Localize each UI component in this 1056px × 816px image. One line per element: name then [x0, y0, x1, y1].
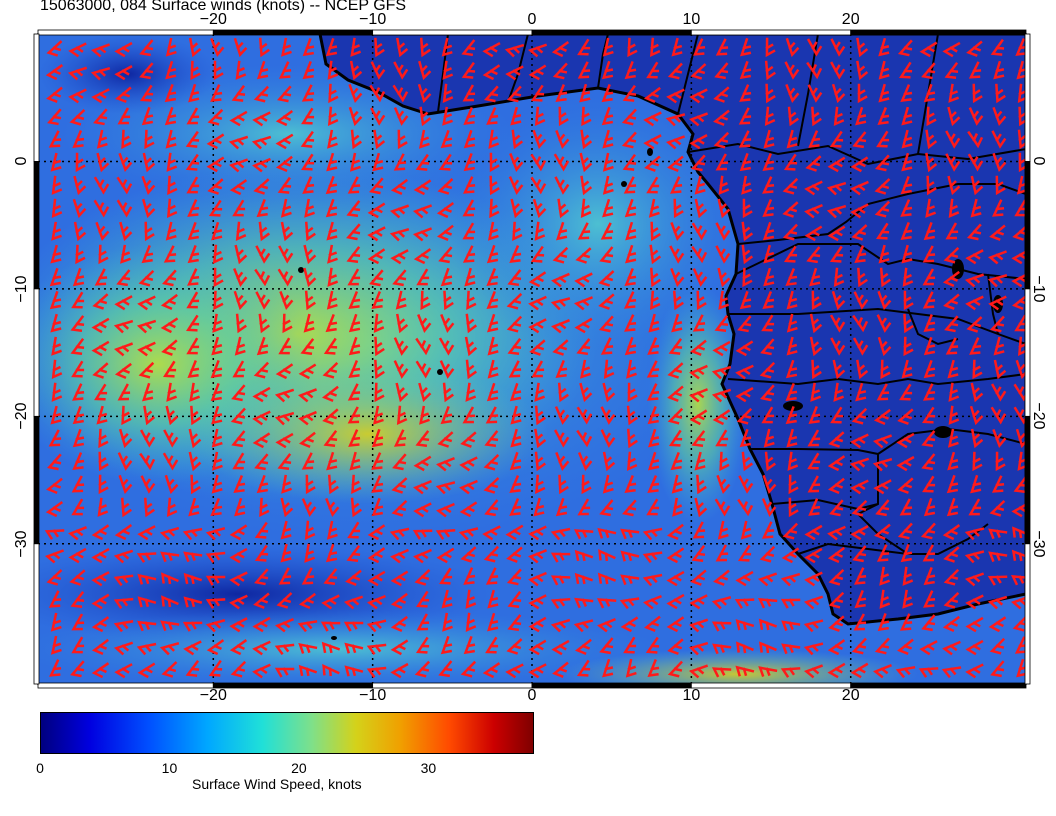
frame-bar-right — [1024, 415, 1031, 545]
frame-bar-left — [33, 288, 40, 417]
frame-bar-left — [33, 161, 40, 290]
colorbar-tick-label: 0 — [36, 760, 44, 776]
lon-tick-bottom: 20 — [841, 687, 860, 704]
colorbar-tick-label: 10 — [161, 760, 178, 776]
map-border — [37, 33, 1027, 685]
lon-tick-bottom: 0 — [527, 687, 537, 704]
lon-tick-bottom: −10 — [359, 687, 387, 704]
lat-tick-right: −10 — [1030, 275, 1047, 303]
colorbar-label: Surface Wind Speed, knots — [192, 776, 362, 792]
lon-tick-bottom: −20 — [199, 687, 227, 704]
frame-bar-left — [33, 33, 40, 162]
lon-tick-top: −20 — [199, 11, 227, 28]
frame-bar-bottom — [212, 682, 374, 689]
frame-bar-top — [37, 29, 214, 36]
wind-speed-colorbar — [40, 712, 534, 754]
frame-bar-left — [33, 543, 40, 685]
lon-tick-top: 20 — [841, 11, 860, 28]
lat-tick-left: 0 — [13, 156, 30, 166]
lon-tick-top: −10 — [359, 11, 387, 28]
frame-bar-bottom — [690, 682, 852, 689]
lat-tick-left: −20 — [13, 402, 30, 430]
colorbar-tick-label: 30 — [420, 760, 437, 776]
lon-tick-bottom: 10 — [682, 687, 701, 704]
frame-bar-bottom — [372, 682, 533, 689]
frame-bar-right — [1024, 161, 1031, 290]
frame-bar-right — [1024, 288, 1031, 417]
frame-bar-left — [33, 415, 40, 545]
frame-bar-bottom — [850, 682, 1027, 689]
frame-bar-top — [212, 29, 374, 36]
frame-bar-right — [1024, 33, 1031, 162]
lat-tick-right: −20 — [1030, 402, 1047, 430]
lat-tick-left: −30 — [13, 530, 30, 558]
lat-tick-right: −30 — [1030, 530, 1047, 558]
lat-tick-left: −10 — [13, 275, 30, 303]
colorbar-tick-label: 20 — [291, 760, 307, 776]
frame-bar-right — [1024, 543, 1031, 685]
frame-bar-bottom — [531, 682, 692, 689]
frame-bar-bottom — [37, 682, 214, 689]
lon-tick-top: 0 — [527, 11, 537, 28]
frame-bar-top — [690, 29, 852, 36]
frame-bar-top — [850, 29, 1027, 36]
lat-tick-right: 0 — [1030, 156, 1047, 166]
lon-tick-top: 10 — [682, 11, 701, 28]
frame-bar-top — [372, 29, 533, 36]
frame-bar-top — [531, 29, 692, 36]
